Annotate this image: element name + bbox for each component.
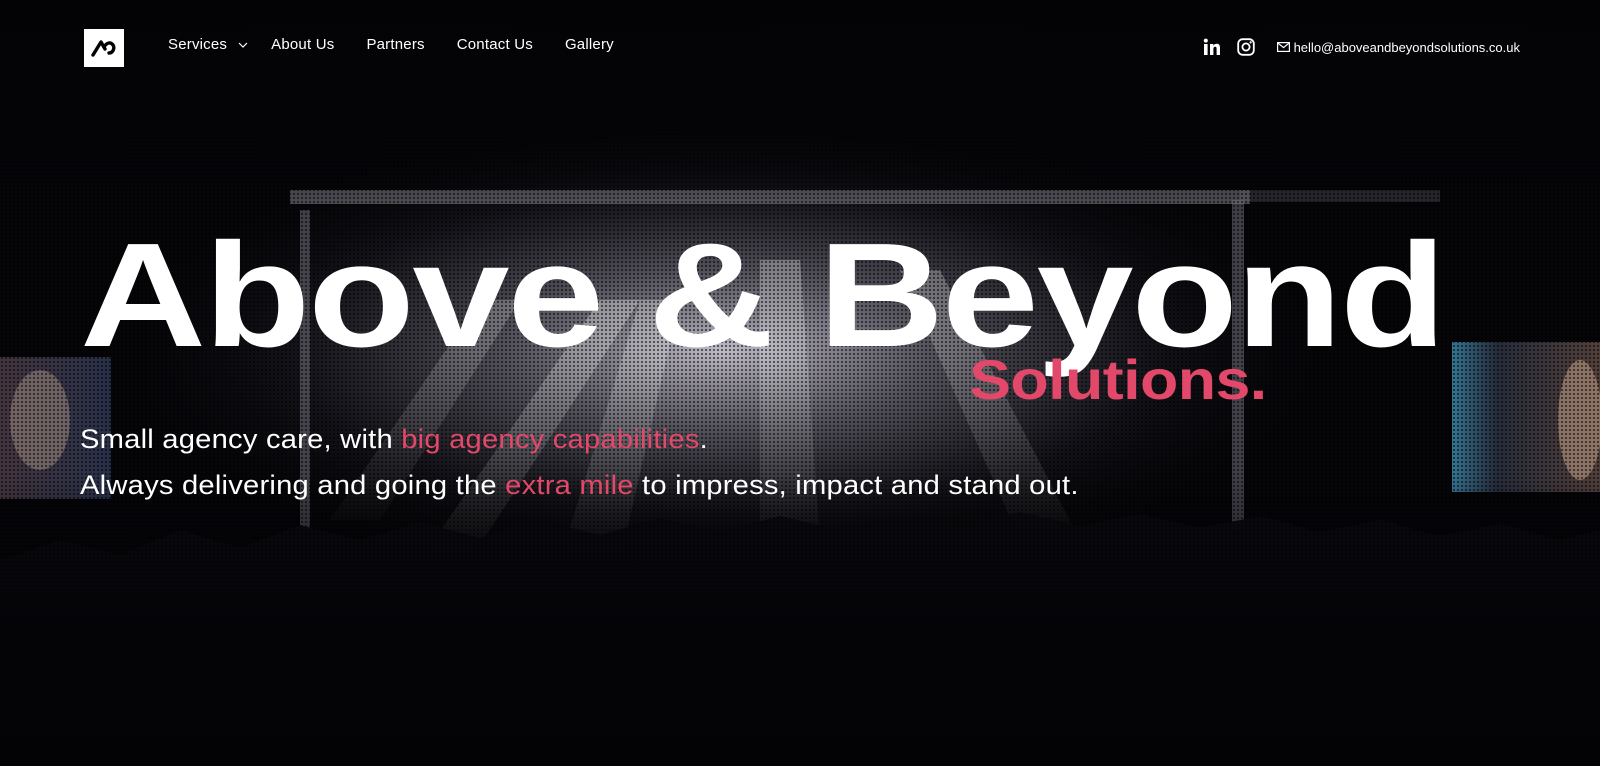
main-menu: Services About Us Partners Contact Us Ga… [168, 36, 646, 53]
tagline-2-text: Always delivering and going the [80, 470, 506, 500]
envelope-icon [1276, 42, 1290, 52]
tagline-1-highlight: big agency capabilities [401, 424, 700, 454]
email-link[interactable]: hello@aboveandbeyondsolutions.co.uk [1276, 39, 1520, 55]
nav-partners[interactable]: Partners [366, 36, 424, 53]
nav-gallery[interactable]: Gallery [565, 36, 614, 53]
nav-contact-us[interactable]: Contact Us [457, 36, 533, 53]
email-address: hello@aboveandbeyondsolutions.co.uk [1293, 39, 1520, 55]
tagline-line-2: Always delivering and going the extra mi… [80, 472, 1079, 499]
tagline-2-end: to impress, impact and stand out. [633, 470, 1079, 500]
hero-subtitle: Solutions. [969, 348, 1267, 411]
tagline-1-end: . [699, 424, 708, 454]
instagram-icon[interactable] [1235, 36, 1257, 58]
top-navigation: Services About Us Partners Contact Us Ga… [0, 0, 1600, 96]
site-logo[interactable] [84, 29, 124, 67]
nav-contact-area: hello@aboveandbeyondsolutions.co.uk [1201, 36, 1520, 58]
above-beyond-logo-icon [91, 40, 116, 57]
tagline-2-highlight: extra mile [505, 470, 634, 500]
nav-services[interactable]: Services [168, 36, 249, 53]
hero-background-image [0, 0, 1600, 766]
linkedin-icon[interactable] [1201, 36, 1223, 58]
tagline-line-1: Small agency care, with big agency capab… [80, 426, 708, 453]
page: Services About Us Partners Contact Us Ga… [0, 0, 1600, 766]
nav-services-label: Services [168, 36, 228, 53]
nav-about-us[interactable]: About Us [271, 36, 334, 53]
tagline-1-text: Small agency care, with [80, 424, 402, 454]
chevron-down-icon [238, 42, 248, 48]
